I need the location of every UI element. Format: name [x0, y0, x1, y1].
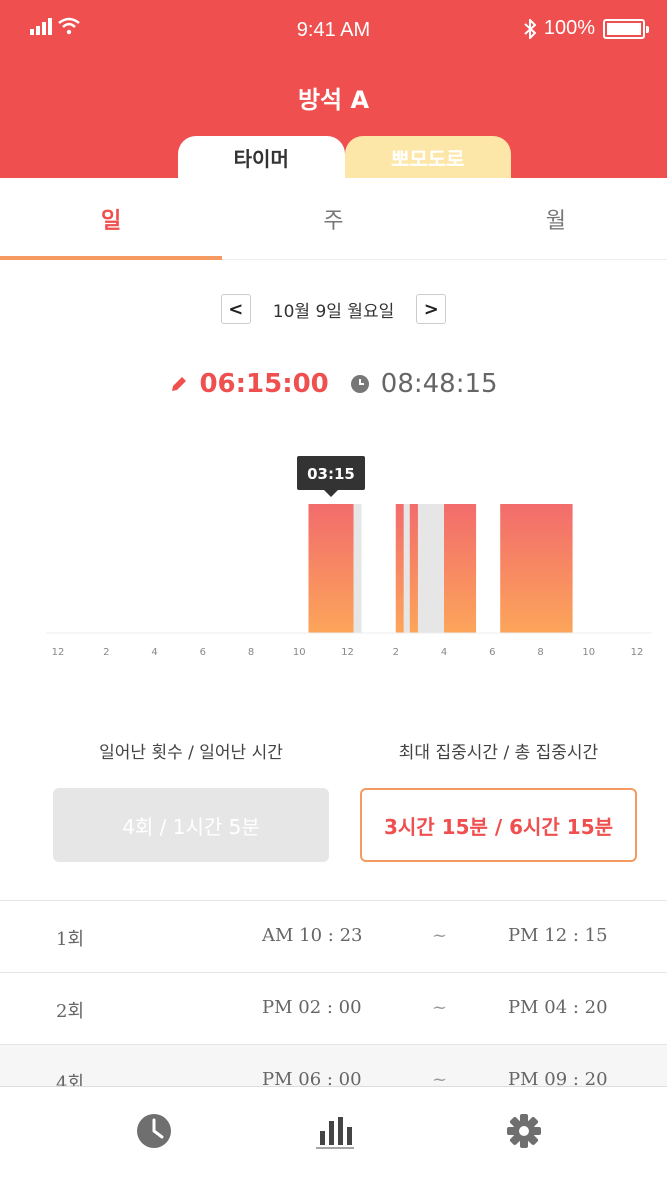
battery-percent: 100% [543, 17, 595, 39]
session-separator: ~ [432, 925, 448, 946]
app-title: 방석 A [297, 86, 370, 114]
tab-pomodoro[interactable]: 뽀모도로 [344, 136, 511, 178]
x-tick-label: 10 [582, 647, 595, 658]
battery-icon [603, 18, 649, 39]
status-right: 100% [524, 17, 649, 40]
tooltip-label: 03:15 [307, 465, 355, 483]
chevron-right-icon: > [423, 298, 439, 320]
total-time-value: 08:48:15 [380, 369, 498, 399]
focus-stats-box: 3시간 15분 / 6시간 15분 [360, 788, 637, 862]
tab-week[interactable]: 주 [222, 178, 444, 259]
tab-month[interactable]: 월 [445, 178, 667, 259]
session-start: PM 02 : 00 [262, 997, 362, 1018]
session-separator: ~ [432, 1069, 448, 1086]
bottom-nav [0, 1086, 667, 1183]
session-end: PM 09 : 20 [508, 1069, 608, 1086]
focus-bar[interactable] [500, 504, 573, 633]
session-start: AM 10 : 23 [262, 925, 363, 946]
x-tick-label: 6 [489, 647, 495, 658]
list-item: 4회 PM 06 : 00 ~ PM 09 : 20 [0, 1045, 667, 1086]
focus-bar[interactable] [444, 504, 477, 633]
tab-timer[interactable]: 타이머 [178, 136, 345, 178]
session-list: 1회 AM 10 : 23 ~ PM 12 : 15 2회 PM 02 : 00… [0, 900, 667, 1086]
time-summary: 06:15:00 08:48:15 [0, 364, 667, 404]
away-bar [417, 504, 444, 633]
x-tick-label: 6 [200, 647, 206, 658]
session-end: PM 04 : 20 [508, 997, 608, 1018]
pencil-icon [172, 377, 187, 391]
session-index: 1회 [56, 929, 85, 950]
focus-time-value: 06:15:00 [199, 369, 329, 399]
chevron-left-icon: < [228, 298, 244, 320]
x-tick-label: 10 [293, 647, 306, 658]
x-tick-label: 2 [103, 647, 109, 658]
x-tick-label: 12 [341, 647, 354, 658]
session-separator: ~ [432, 997, 448, 1018]
x-tick-label: 8 [248, 647, 254, 658]
stats-icon [316, 1117, 354, 1149]
tooltip-arrow [324, 490, 339, 497]
wakeup-stats-box: 4회 / 1시간 5분 [53, 788, 329, 862]
x-tick-label: 4 [151, 647, 157, 658]
x-tick-label: 12 [52, 647, 65, 658]
session-index: 4회 [56, 1073, 85, 1086]
total-time: 08:48:15 [350, 369, 498, 399]
away-bar [353, 504, 362, 633]
list-item: 2회 PM 02 : 00 ~ PM 04 : 20 [0, 973, 667, 1045]
focus-bar[interactable] [395, 504, 404, 633]
mode-switch: 타이머 뽀모도로 [178, 136, 511, 178]
nav-settings[interactable] [504, 1111, 544, 1151]
session-index: 2회 [56, 1001, 85, 1022]
date-label: 10월 9일 월요일 [272, 301, 395, 322]
next-date-button[interactable]: > [416, 294, 447, 324]
daily-chart: 12 2 4 6 8 10 12 2 4 6 8 10 12 03:15 [46, 456, 652, 658]
nav-stats[interactable] [314, 1111, 354, 1151]
session-end: PM 12 : 15 [508, 925, 608, 946]
focus-time: 06:15:00 [169, 369, 329, 399]
tab-day[interactable]: 일 [0, 178, 223, 260]
focus-bar[interactable] [308, 504, 354, 633]
gear-icon [507, 1114, 541, 1148]
x-tick-label: 4 [441, 647, 447, 658]
session-start: PM 06 : 00 [262, 1069, 362, 1086]
prev-date-button[interactable]: < [220, 294, 251, 324]
x-tick-label: 2 [393, 647, 399, 658]
list-item: 1회 AM 10 : 23 ~ PM 12 : 15 [0, 901, 667, 973]
x-tick-label: 8 [537, 647, 543, 658]
status-bar: 9:41 AM 100% [0, 0, 667, 58]
clock-icon [350, 375, 369, 393]
app-header: 9:41 AM 100% 방석 A 타이머 뽀모도로 [0, 0, 667, 178]
away-bar [403, 504, 410, 633]
clock-icon [137, 1114, 171, 1148]
x-tick-label: 12 [631, 647, 644, 658]
period-tabs: 일 주 월 [0, 178, 667, 260]
nav-timer[interactable] [134, 1111, 174, 1151]
bluetooth-icon [524, 18, 536, 39]
focus-bar[interactable] [409, 504, 418, 633]
date-navigator: < 10월 9일 월요일 > [0, 292, 667, 326]
wakeup-stats-label: 일어난 횟수 / 일어난 시간 [99, 743, 283, 763]
focus-stats-label: 최대 집중시간 / 총 집중시간 [398, 743, 599, 763]
